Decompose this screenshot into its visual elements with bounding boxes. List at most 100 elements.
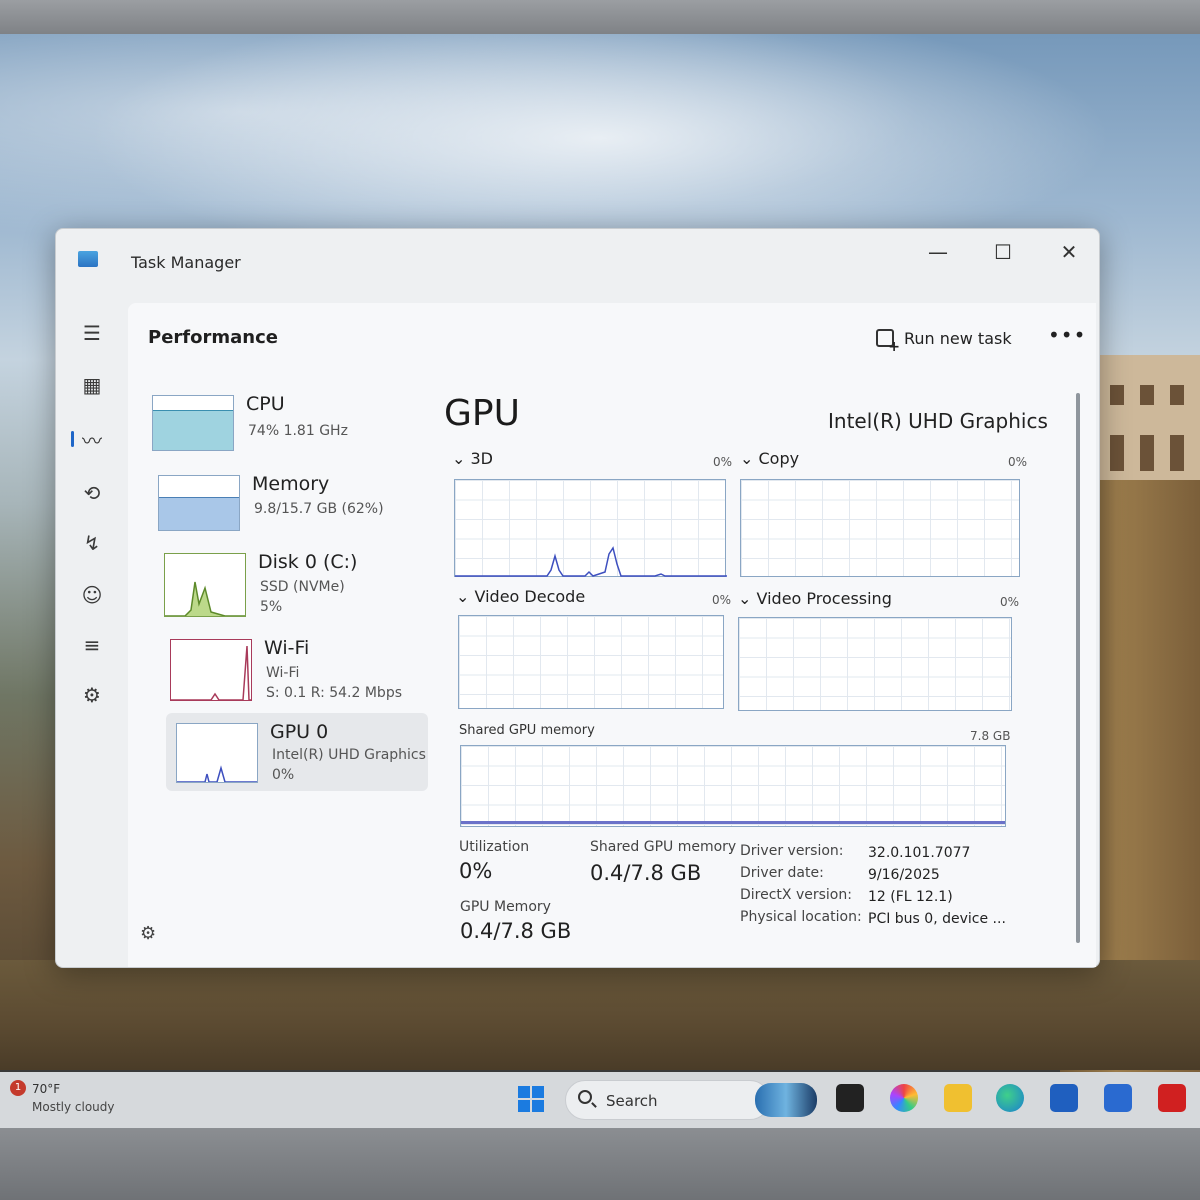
engine-percent: 0% xyxy=(1000,595,1020,609)
device-name: GPU 0 xyxy=(270,721,329,743)
task-manager-icon xyxy=(78,251,98,267)
driver-date-label: Driver date: xyxy=(740,865,824,881)
physical-location-value: PCI bus 0, device ... xyxy=(868,911,1006,927)
app-icon[interactable] xyxy=(1104,1084,1132,1112)
engine-graph-3d xyxy=(454,479,727,577)
file-explorer-icon[interactable] xyxy=(944,1084,972,1112)
nav-rail: ☰ ▦ 〰 ⟲ ↯ ☺ ≡ ⚙ xyxy=(56,295,126,965)
device-name: Disk 0 (C:) xyxy=(258,551,358,573)
vertical-scrollbar[interactable] xyxy=(1076,393,1080,943)
app-history-icon[interactable]: ⟲ xyxy=(74,475,110,511)
device-detail: 9.8/15.7 GB (62%) xyxy=(254,501,384,517)
engine-selector-video-processing[interactable]: ⌄ Video Processing xyxy=(738,589,892,608)
engine-selector-video-decode[interactable]: ⌄ Video Decode xyxy=(456,587,585,606)
performance-icon[interactable]: 〰 xyxy=(71,421,110,457)
wifi-throughput-line xyxy=(171,645,251,700)
driver-date-value: 9/16/2025 xyxy=(868,867,940,883)
device-detail: Intel(R) UHD Graphics xyxy=(272,747,426,763)
device-name: Memory xyxy=(252,473,330,495)
weather-widget[interactable]: 1 70°F Mostly cloudy xyxy=(6,1078,146,1122)
gpu-memory-value: 0.4/7.8 GB xyxy=(460,919,572,943)
directx-version-label: DirectX version: xyxy=(740,887,852,903)
driver-version-value: 32.0.101.7077 xyxy=(868,845,971,861)
3d-usage-line xyxy=(455,546,727,577)
device-detail: Wi-Fi xyxy=(266,665,300,681)
engine-percent: 0% xyxy=(1008,455,1028,469)
disk-thumbnail-graph xyxy=(164,553,246,617)
monitor-bezel-bottom xyxy=(0,1128,1200,1200)
monitor-bezel-top xyxy=(0,0,1200,34)
window-title: Task Manager xyxy=(131,253,241,272)
wallpaper-hillside xyxy=(0,960,1200,1070)
gpu-memory-label: GPU Memory xyxy=(460,899,551,915)
shared-memory-graph xyxy=(460,745,1006,827)
wifi-thumbnail-graph xyxy=(170,639,252,701)
engine-percent: 0% xyxy=(713,455,733,469)
copilot-icon[interactable] xyxy=(890,1084,918,1112)
users-icon[interactable]: ☺ xyxy=(74,577,110,613)
engine-graph-video-processing xyxy=(738,617,1012,711)
maximize-button[interactable]: ☐ xyxy=(983,237,1023,267)
gpu-usage-line xyxy=(177,765,257,782)
start-button[interactable] xyxy=(518,1086,544,1112)
gpu-thumbnail-graph xyxy=(176,723,258,783)
device-detail: 74% 1.81 GHz xyxy=(248,423,348,439)
processes-icon[interactable]: ▦ xyxy=(74,367,110,403)
device-item-memory[interactable]: Memory 9.8/15.7 GB (62%) xyxy=(148,465,428,543)
search-highlight-image xyxy=(755,1083,817,1117)
task-manager-window: Task Manager — ☐ ✕ ☰ ▦ 〰 ⟲ ↯ ☺ ≡ ⚙ Perfo… xyxy=(55,228,1100,968)
gpu-heading: GPU xyxy=(444,393,520,434)
shared-memory-value: 0.4/7.8 GB xyxy=(590,861,702,885)
more-options-icon[interactable]: ••• xyxy=(1048,323,1086,347)
physical-location-label: Physical location: xyxy=(740,909,862,925)
taskbar-search-box[interactable]: Search xyxy=(565,1080,817,1120)
run-new-task-button[interactable]: Run new task xyxy=(876,323,1012,355)
hamburger-menu-icon[interactable]: ☰ xyxy=(74,315,110,351)
device-usage: 0% xyxy=(272,767,295,783)
run-task-label: Run new task xyxy=(904,328,1012,348)
utilization-label: Utilization xyxy=(459,839,530,855)
engine-selector-copy[interactable]: ⌄ Copy xyxy=(740,449,799,468)
disk-activity-line xyxy=(165,581,245,616)
engine-graph-video-decode xyxy=(458,615,724,709)
device-detail: SSD (NVMe) xyxy=(260,579,345,595)
services-icon[interactable]: ⚙ xyxy=(74,677,110,713)
device-item-gpu[interactable]: GPU 0 Intel(R) UHD Graphics 0% xyxy=(166,713,428,791)
title-bar[interactable]: Task Manager — ☐ ✕ xyxy=(56,229,1099,295)
shared-memory-fill xyxy=(461,821,1005,824)
engine-graph-copy xyxy=(740,479,1020,577)
device-item-cpu[interactable]: CPU 74% 1.81 GHz xyxy=(148,385,428,463)
settings-gear-icon[interactable]: ⚙ xyxy=(140,923,156,944)
edge-browser-icon[interactable] xyxy=(996,1084,1024,1112)
engine-selector-3d[interactable]: ⌄ 3D xyxy=(452,449,493,468)
mcafee-icon[interactable] xyxy=(1158,1084,1186,1112)
page-title: Performance xyxy=(148,327,278,348)
wallpaper-building xyxy=(1090,355,1200,495)
directx-version-value: 12 (FL 12.1) xyxy=(868,889,953,905)
device-name: CPU xyxy=(246,393,285,415)
minimize-button[interactable]: — xyxy=(918,237,958,267)
search-placeholder: Search xyxy=(606,1092,658,1110)
taskbar: 1 70°F Mostly cloudy Search xyxy=(0,1072,1200,1128)
weather-temperature: 70°F xyxy=(32,1082,61,1096)
run-task-icon xyxy=(876,329,900,355)
device-item-disk[interactable]: Disk 0 (C:) SSD (NVMe) 5% xyxy=(148,543,428,621)
details-icon[interactable]: ≡ xyxy=(74,627,110,663)
device-name: Wi-Fi xyxy=(264,637,310,659)
task-view-icon[interactable] xyxy=(836,1084,864,1112)
startup-apps-icon[interactable]: ↯ xyxy=(74,525,110,561)
microsoft-store-icon[interactable] xyxy=(1050,1084,1078,1112)
shared-memory-graph-label: Shared GPU memory xyxy=(459,723,595,738)
device-item-wifi[interactable]: Wi-Fi Wi-Fi S: 0.1 R: 54.2 Mbps xyxy=(148,629,428,707)
utilization-value: 0% xyxy=(459,859,493,883)
device-throughput: S: 0.1 R: 54.2 Mbps xyxy=(266,685,403,701)
cpu-thumbnail-graph xyxy=(152,395,234,451)
weather-condition: Mostly cloudy xyxy=(32,1100,115,1114)
notification-badge: 1 xyxy=(10,1080,26,1096)
gpu-model-name: Intel(R) UHD Graphics xyxy=(828,409,1048,433)
close-button[interactable]: ✕ xyxy=(1049,237,1089,267)
search-icon xyxy=(578,1090,592,1104)
shared-memory-max: 7.8 GB xyxy=(970,729,1011,743)
driver-version-label: Driver version: xyxy=(740,843,844,859)
shared-memory-label: Shared GPU memory xyxy=(590,839,737,855)
